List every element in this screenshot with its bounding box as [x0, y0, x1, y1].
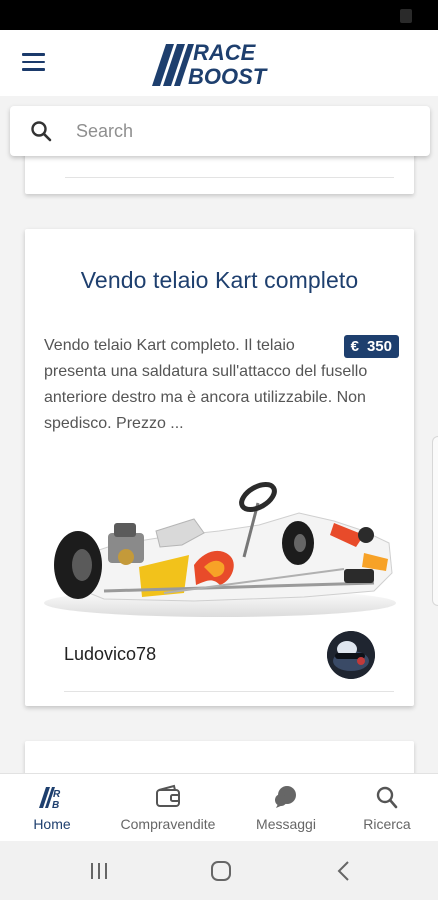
back-icon[interactable]: [330, 858, 360, 884]
price-value: 350: [366, 338, 392, 355]
nav-home-label: Home: [33, 816, 71, 832]
home-circle-icon[interactable]: [206, 858, 236, 884]
svg-text:B: B: [52, 800, 59, 810]
listing-description: Vendo telaio Kart completo. Il telaio pr…: [44, 337, 368, 432]
status-bar: [0, 0, 438, 30]
seller-avatar[interactable]: [327, 631, 375, 679]
nav-ricerca[interactable]: Ricerca: [350, 774, 424, 842]
app-header: RACE BOOST: [0, 30, 438, 96]
search-icon: [376, 786, 398, 809]
logo-line1: RACE: [193, 40, 257, 65]
side-scroll-handle[interactable]: [432, 436, 438, 606]
race-boost-logo[interactable]: RACE BOOST: [150, 36, 290, 90]
nav-compravendite[interactable]: Compravendite: [108, 774, 228, 842]
bottom-navigation: R B Home Compravendite Messaggi Ricerca: [0, 773, 438, 841]
logo-line2: BOOST: [188, 64, 268, 89]
race-boost-home-icon: R B: [39, 787, 61, 810]
search-input[interactable]: [76, 116, 406, 146]
listing-description-block: €350 Vendo telaio Kart completo. Il tela…: [44, 333, 399, 437]
listing-card[interactable]: Vendo telaio Kart completo €350 Vendo te…: [25, 229, 414, 706]
system-navigation-bar: [0, 841, 438, 900]
card-divider: [65, 177, 394, 178]
nav-messaggi[interactable]: Messaggi: [244, 774, 328, 842]
seller-avatar-photo: [327, 631, 375, 679]
nav-home[interactable]: R B Home: [14, 774, 90, 842]
kart-photo[interactable]: [44, 473, 396, 623]
search-bar[interactable]: [10, 106, 430, 156]
search-icon: [31, 121, 52, 142]
nav-messaggi-label: Messaggi: [256, 816, 316, 832]
price-badge: €350: [343, 335, 399, 358]
recent-apps-icon[interactable]: [84, 858, 114, 884]
price-currency: €: [350, 338, 359, 355]
seller-name[interactable]: Ludovico78: [64, 644, 156, 665]
status-indicator-icon: [400, 9, 412, 23]
svg-text:R: R: [53, 789, 61, 800]
app-screen: RACE BOOST Vendo telaio Kart completo €3…: [0, 0, 438, 900]
wallet-icon: [156, 784, 180, 807]
nav-ricerca-label: Ricerca: [363, 816, 411, 832]
card-divider: [64, 691, 394, 692]
chat-bubble-icon: [275, 786, 296, 808]
nav-compravendite-label: Compravendite: [120, 816, 216, 832]
hamburger-menu-icon[interactable]: [22, 53, 46, 73]
listing-title[interactable]: Vendo telaio Kart completo: [25, 267, 414, 294]
